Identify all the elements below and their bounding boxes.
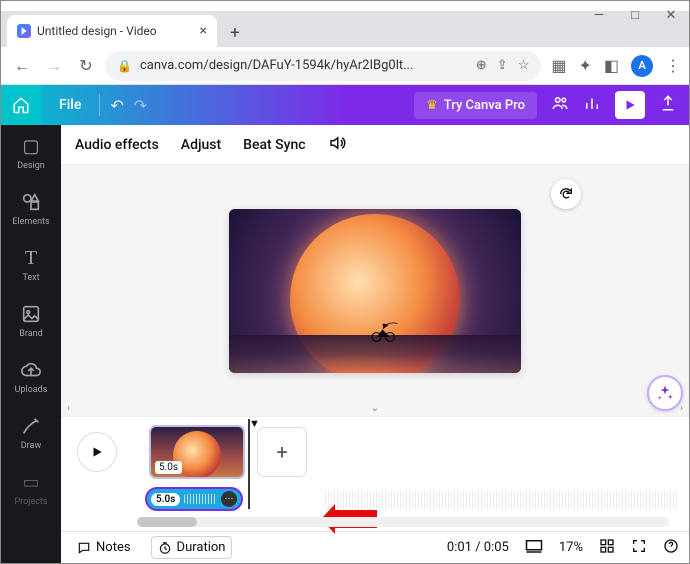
sidebar-label: Design bbox=[17, 161, 45, 171]
notes-button[interactable]: Notes bbox=[71, 537, 137, 558]
clip-duration-badge: 5.0s bbox=[155, 461, 182, 474]
lock-icon: 🔒 bbox=[117, 59, 132, 73]
pages-view-icon[interactable] bbox=[525, 539, 543, 557]
audio-toolbar: Audio effects Adjust Beat Sync bbox=[61, 125, 689, 165]
audio-duration-badge: 5.0s bbox=[151, 493, 180, 506]
sidebar-label: Brand bbox=[19, 329, 42, 339]
tab-close-icon[interactable]: × bbox=[200, 23, 207, 39]
window-close-icon[interactable]: ✕ bbox=[664, 8, 678, 22]
audio-more-icon[interactable]: ⋯ bbox=[221, 491, 237, 507]
folder-icon: ▭ bbox=[20, 471, 42, 493]
sidebar-item-projects[interactable]: ▭ Projects bbox=[1, 461, 61, 517]
shapes-icon bbox=[20, 191, 42, 213]
audio-waveform-background bbox=[325, 491, 679, 509]
canva-favicon-icon bbox=[17, 24, 31, 38]
left-sidebar: ▢ Design Elements T Text Brand Uploads bbox=[1, 125, 61, 563]
video-clip-thumbnail[interactable]: 5.0s bbox=[149, 425, 245, 479]
file-menu[interactable]: File bbox=[41, 97, 99, 113]
browser-menu-icon[interactable]: ⋮ bbox=[665, 56, 681, 75]
extensions-puzzle-icon[interactable]: ✦ bbox=[578, 56, 591, 75]
sidebar-item-uploads[interactable]: Uploads bbox=[1, 349, 61, 405]
scroll-right-caret-icon[interactable]: › bbox=[680, 403, 683, 414]
playhead-line[interactable] bbox=[248, 419, 250, 509]
sidebar-item-brand[interactable]: Brand bbox=[1, 293, 61, 349]
bookmark-star-icon[interactable]: ☆ bbox=[518, 58, 530, 73]
audio-clip[interactable]: 5.0s ⋯ bbox=[145, 487, 243, 511]
sidebar-label: Text bbox=[22, 273, 39, 283]
draw-pencil-icon bbox=[20, 415, 42, 437]
timeline-scrollbar[interactable] bbox=[137, 517, 669, 527]
waveform-icon bbox=[184, 494, 217, 504]
profile-avatar[interactable]: A bbox=[631, 55, 653, 77]
volume-icon[interactable] bbox=[328, 134, 346, 156]
share-export-icon[interactable] bbox=[659, 94, 677, 116]
duration-button[interactable]: Duration bbox=[151, 536, 233, 559]
try-canva-pro-button[interactable]: ♛ Try Canva Pro bbox=[414, 92, 537, 119]
share-icon[interactable]: ⇪ bbox=[497, 58, 508, 73]
audio-effects-button[interactable]: Audio effects bbox=[75, 137, 159, 153]
sidebar-label: Projects bbox=[15, 497, 48, 507]
grid-view-icon[interactable] bbox=[599, 538, 615, 558]
home-button[interactable] bbox=[1, 85, 41, 125]
search-in-page-icon[interactable]: ⊕ bbox=[476, 58, 487, 73]
bottom-bar: Notes Duration 0:01 / 0:05 17% bbox=[61, 531, 689, 563]
canva-header: File ↶ ↷ ♛ Try Canva Pro bbox=[1, 85, 689, 125]
design-frame[interactable] bbox=[229, 209, 521, 373]
sidebar-item-draw[interactable]: Draw bbox=[1, 405, 61, 461]
cloud-upload-icon bbox=[20, 359, 42, 381]
browser-tabstrip: Untitled design - Video × + bbox=[1, 11, 689, 47]
playback-time: 0:01 / 0:05 bbox=[447, 540, 509, 555]
sidebar-label: Elements bbox=[12, 217, 49, 227]
brand-icon bbox=[20, 303, 42, 325]
window-minimize-icon[interactable]: — bbox=[592, 8, 606, 22]
browser-toolbar: ← → ↻ 🔒 canva.com/design/DAFuY-1594k/hyA… bbox=[1, 47, 689, 85]
scroll-collapse-caret-icon[interactable]: ⌄ bbox=[371, 403, 379, 414]
zoom-level[interactable]: 17% bbox=[559, 540, 583, 555]
undo-icon[interactable]: ↶ bbox=[110, 96, 123, 115]
text-icon: T bbox=[20, 247, 42, 269]
playhead-marker-icon: ▼ bbox=[249, 417, 260, 430]
sidebar-label: Uploads bbox=[15, 385, 48, 395]
address-bar[interactable]: 🔒 canva.com/design/DAFuY-1594k/hyAr2IBg0… bbox=[105, 51, 541, 81]
fullscreen-icon[interactable] bbox=[631, 538, 647, 558]
try-pro-label: Try Canva Pro bbox=[444, 98, 525, 113]
beat-sync-button[interactable]: Beat Sync bbox=[243, 137, 305, 153]
extension-qr-icon[interactable]: ▦ bbox=[551, 56, 566, 75]
tab-title: Untitled design - Video bbox=[37, 24, 157, 38]
nav-reload-icon[interactable]: ↻ bbox=[73, 53, 99, 79]
timeline-play-button[interactable] bbox=[77, 432, 117, 472]
redo-icon[interactable]: ↷ bbox=[134, 96, 147, 115]
audio-adjust-button[interactable]: Adjust bbox=[181, 137, 221, 153]
canvas-viewport[interactable]: ‹ ⌄ › bbox=[61, 165, 689, 416]
browser-tab[interactable]: Untitled design - Video × bbox=[7, 15, 217, 47]
regenerate-button[interactable] bbox=[551, 179, 581, 209]
sidepanel-icon[interactable]: ◧ bbox=[604, 56, 619, 75]
url-text: canva.com/design/DAFuY-1594k/hyAr2IBg0lt… bbox=[140, 58, 413, 73]
nav-forward-icon[interactable]: → bbox=[41, 53, 67, 79]
present-play-button[interactable] bbox=[615, 91, 645, 119]
window-maximize-icon[interactable]: □ bbox=[628, 8, 642, 22]
notes-label: Notes bbox=[96, 540, 131, 555]
scroll-left-caret-icon[interactable]: ‹ bbox=[67, 403, 70, 414]
people-icon[interactable] bbox=[551, 94, 569, 116]
sidebar-item-text[interactable]: T Text bbox=[1, 237, 61, 293]
analytics-icon[interactable] bbox=[583, 94, 601, 116]
add-page-button[interactable]: + bbox=[257, 427, 307, 477]
sidebar-item-elements[interactable]: Elements bbox=[1, 181, 61, 237]
magic-sparkle-button[interactable] bbox=[647, 375, 683, 411]
cyclist-silhouette bbox=[369, 313, 399, 343]
duration-label: Duration bbox=[177, 540, 226, 555]
crown-icon: ♛ bbox=[426, 98, 438, 113]
sidebar-label: Draw bbox=[21, 441, 41, 451]
sidebar-item-design[interactable]: ▢ Design bbox=[1, 125, 61, 181]
template-icon: ▢ bbox=[20, 135, 42, 157]
timeline-panel: ▼ 5.0s + 5.0s ⋯ bbox=[61, 416, 689, 531]
window-titlebar bbox=[1, 1, 689, 11]
new-tab-button[interactable]: + bbox=[221, 19, 249, 47]
nav-back-icon[interactable]: ← bbox=[9, 53, 35, 79]
help-icon[interactable] bbox=[663, 538, 679, 558]
